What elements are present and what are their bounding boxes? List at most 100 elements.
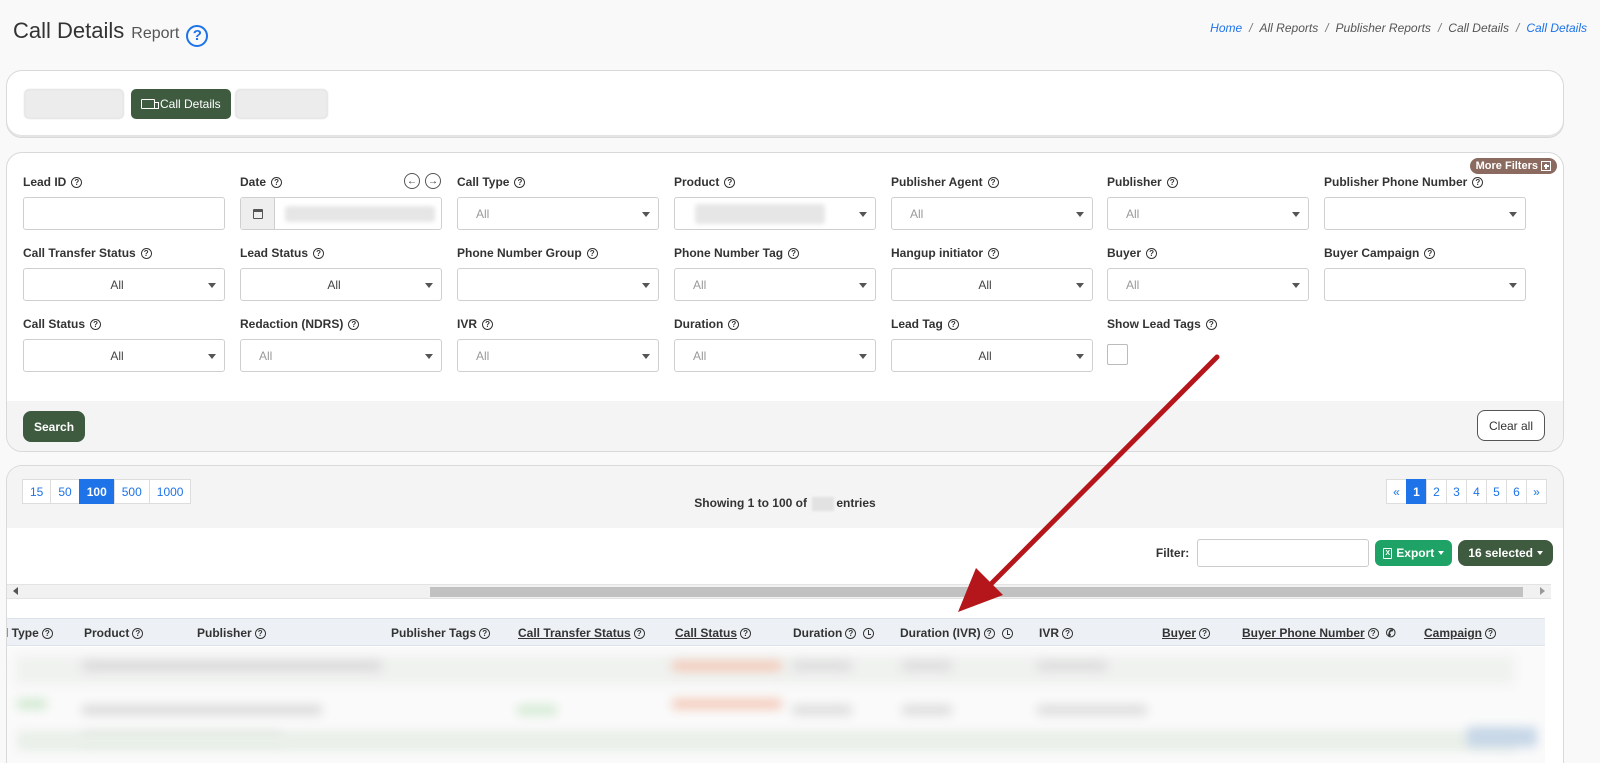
help-icon[interactable]: ? (132, 627, 144, 639)
help-icon[interactable]: ? (348, 318, 360, 330)
hangup-initiator-label-text: Hangup initiator (891, 246, 983, 260)
columns-selected-button[interactable]: 16 selected (1458, 540, 1553, 566)
lead-id-input[interactable] (23, 197, 225, 230)
lead-tag-select[interactable]: All (891, 339, 1093, 372)
column-header-call-type[interactable]: l Type? (7, 626, 53, 640)
column-header-buyer-phone-number[interactable]: Buyer Phone Number? ✆ (1242, 626, 1396, 640)
pagination-page-4[interactable]: 4 (1466, 479, 1487, 504)
buyer-select[interactable]: All (1107, 268, 1309, 301)
date-range-input[interactable] (240, 197, 442, 230)
scroll-right-arrow-icon[interactable] (1540, 587, 1545, 595)
pagination-prev[interactable]: « (1386, 479, 1407, 504)
breadcrumb-call-details[interactable]: Call Details (1448, 21, 1509, 35)
column-header-product[interactable]: Product? (84, 626, 144, 640)
help-icon[interactable]: ? (514, 176, 526, 188)
column-header-ivr[interactable]: IVR? (1039, 626, 1074, 640)
help-icon[interactable]: ? (724, 176, 736, 188)
help-icon[interactable]: ? (983, 627, 995, 639)
report-tab-hidden-2[interactable] (235, 89, 328, 119)
help-icon[interactable]: ? (845, 627, 857, 639)
report-tab-call-details[interactable]: Call Details (131, 89, 231, 119)
help-icon[interactable]: ? (71, 176, 83, 188)
breadcrumb-home[interactable]: Home (1210, 21, 1242, 35)
help-icon[interactable]: ? (633, 627, 645, 639)
help-icon[interactable]: ? (740, 627, 752, 639)
column-header-publisher-tags[interactable]: Publisher Tags? (391, 626, 491, 640)
pagination-page-1[interactable]: 1 (1406, 479, 1427, 504)
redacted-total (812, 496, 835, 511)
publisher-phone-number-select[interactable] (1324, 197, 1526, 230)
pagination-page-3[interactable]: 3 (1446, 479, 1467, 504)
date-prev-arrow-icon[interactable]: ← (404, 173, 420, 189)
help-icon[interactable]: ? (1367, 627, 1379, 639)
help-icon[interactable]: ? (788, 247, 800, 259)
help-icon[interactable]: ? (1485, 627, 1497, 639)
help-icon[interactable]: ? (1472, 176, 1484, 188)
redaction-select[interactable]: All (240, 339, 442, 372)
help-icon[interactable]: ? (586, 247, 598, 259)
breadcrumb-publisher-reports[interactable]: Publisher Reports (1336, 21, 1431, 35)
duration-select[interactable]: All (674, 339, 876, 372)
more-filters-button[interactable]: More Filters (1469, 158, 1557, 174)
column-header-duration[interactable]: Duration? (793, 626, 875, 640)
redacted-product (695, 204, 825, 224)
pagination-page-5[interactable]: 5 (1486, 479, 1507, 504)
help-icon[interactable]: ? (1146, 247, 1158, 259)
call-status-select[interactable]: All (23, 339, 225, 372)
redacted-cell (792, 705, 852, 715)
breadcrumb-all-reports[interactable]: All Reports (1260, 21, 1319, 35)
phone-number-group-select[interactable] (457, 268, 659, 301)
ivr-select[interactable]: All (457, 339, 659, 372)
pagination-next[interactable]: » (1526, 479, 1547, 504)
publisher-agent-select[interactable]: All (891, 197, 1093, 230)
show-lead-tags-checkbox[interactable] (1107, 344, 1128, 365)
column-header-duration-ivr[interactable]: Duration (IVR)? (900, 626, 1013, 640)
help-icon[interactable]: ? (482, 318, 494, 330)
column-header-publisher[interactable]: Publisher? (197, 626, 266, 640)
help-icon[interactable]: ? (186, 24, 209, 47)
search-button[interactable]: Search (23, 411, 86, 442)
column-header-call-transfer-status[interactable]: Call Transfer Status? (518, 626, 645, 640)
breadcrumb-separator: / (1325, 21, 1329, 35)
chevron-down-icon (425, 283, 433, 288)
help-icon[interactable]: ? (1205, 318, 1217, 330)
help-icon[interactable]: ? (479, 627, 491, 639)
column-header-buyer[interactable]: Buyer? (1162, 626, 1211, 640)
product-select[interactable] (674, 197, 876, 230)
help-icon[interactable]: ? (90, 318, 102, 330)
phone-number-tag-select[interactable]: All (674, 268, 876, 301)
help-icon[interactable]: ? (1424, 247, 1436, 259)
lead-status-select[interactable]: All (240, 268, 442, 301)
export-button[interactable]: X Export (1375, 540, 1453, 566)
hangup-initiator-select[interactable]: All (891, 268, 1093, 301)
results-card: 15 50 100 500 1000 Showing 1 to 100 of e… (6, 465, 1564, 763)
column-header-call-status[interactable]: Call Status? (675, 626, 752, 640)
publisher-select[interactable]: All (1107, 197, 1309, 230)
help-icon[interactable]: ? (987, 176, 999, 188)
call-transfer-status-select[interactable]: All (23, 268, 225, 301)
help-icon[interactable]: ? (988, 247, 999, 259)
help-icon[interactable]: ? (271, 176, 283, 188)
buyer-campaign-select[interactable] (1324, 268, 1526, 301)
help-icon[interactable]: ? (728, 318, 740, 330)
scroll-left-arrow-icon[interactable] (13, 587, 18, 595)
call-type-select[interactable]: All (457, 197, 659, 230)
clear-all-button[interactable]: Clear all (1476, 410, 1545, 441)
help-icon[interactable]: ? (140, 247, 152, 259)
lead-tag-value: All (978, 348, 992, 363)
help-icon[interactable]: ? (1166, 176, 1178, 188)
help-icon[interactable]: ? (254, 627, 266, 639)
help-icon[interactable]: ? (313, 247, 325, 259)
horizontal-scrollbar[interactable] (7, 584, 1551, 599)
pagination-page-6[interactable]: 6 (1506, 479, 1527, 504)
column-header-campaign[interactable]: Campaign? (1424, 626, 1497, 640)
table-filter-input[interactable] (1197, 539, 1370, 567)
help-icon[interactable]: ? (947, 318, 959, 330)
help-icon[interactable]: ? (1062, 627, 1074, 639)
report-tab-hidden-1[interactable] (24, 89, 124, 119)
scrollbar-thumb[interactable] (430, 587, 1523, 597)
date-next-arrow-icon[interactable]: → (425, 173, 441, 189)
help-icon[interactable]: ? (41, 627, 53, 639)
help-icon[interactable]: ? (1199, 627, 1211, 639)
pagination-page-2[interactable]: 2 (1426, 479, 1447, 504)
